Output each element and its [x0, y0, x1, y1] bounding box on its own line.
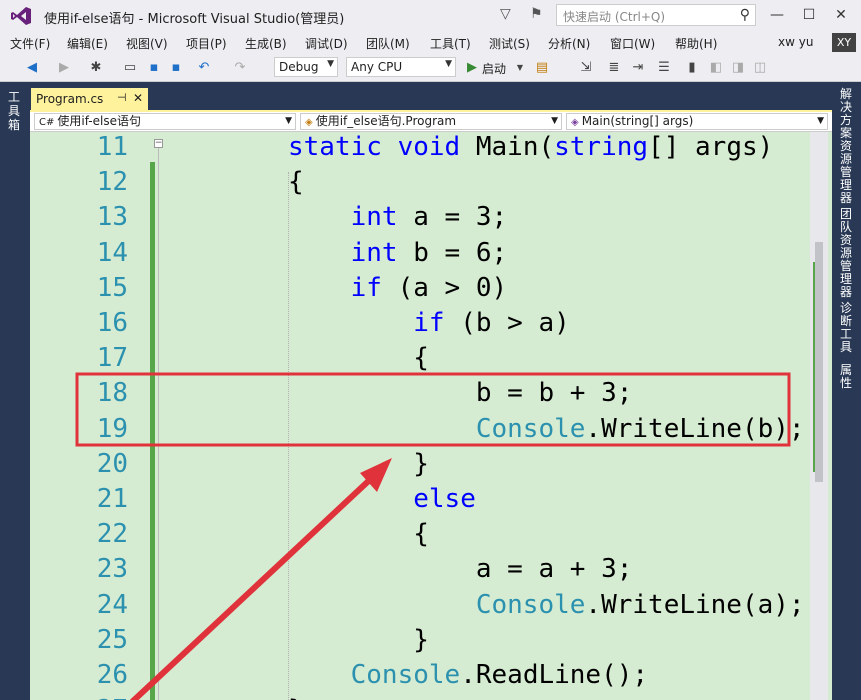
- chevron-down-icon: ▼: [551, 116, 558, 126]
- team-explorer-tab[interactable]: 团队资源管理器: [840, 208, 854, 299]
- project-dropdown[interactable]: C# 使用if-else语句 ▼: [34, 113, 296, 130]
- menu-analyze[interactable]: 分析(N): [548, 35, 590, 52]
- properties-tab[interactable]: 属性: [840, 364, 854, 390]
- visual-studio-logo-icon: [11, 7, 31, 25]
- menu-test[interactable]: 测试(S): [489, 35, 530, 52]
- class-name: 使用if_else语句.Program: [315, 114, 457, 128]
- menu-debug[interactable]: 调试(D): [305, 35, 348, 52]
- chevron-down-icon: ▼: [327, 59, 334, 69]
- close-button[interactable]: ✕: [830, 4, 852, 26]
- browser-link-icon[interactable]: ▤: [534, 59, 550, 77]
- quick-launch-input[interactable]: 快速启动 (Ctrl+Q) ⚲: [556, 4, 756, 26]
- start-icon[interactable]: ▶: [464, 59, 480, 77]
- class-dropdown[interactable]: ◈ 使用if_else语句.Program ▼: [300, 113, 562, 130]
- maximize-button[interactable]: ☐: [798, 4, 820, 26]
- navigation-bar: C# 使用if-else语句 ▼ ◈ 使用if_else语句.Program ▼ ◈…: [30, 112, 832, 132]
- config-value: Debug: [279, 60, 319, 74]
- member-dropdown[interactable]: ◈ Main(string[] args) ▼: [566, 113, 828, 130]
- avatar[interactable]: XY: [832, 33, 856, 52]
- chevron-down-icon[interactable]: ▼: [512, 59, 528, 77]
- save-icon[interactable]: ▪: [146, 59, 162, 77]
- format-icon[interactable]: ≣: [606, 59, 622, 77]
- next-bookmark-icon[interactable]: ◨: [730, 59, 746, 77]
- indent-icon[interactable]: ⇥: [630, 59, 646, 77]
- prev-bookmark-icon[interactable]: ◧: [708, 59, 724, 77]
- undo-icon[interactable]: ↶: [196, 59, 212, 77]
- forward-icon[interactable]: ▶: [56, 59, 72, 77]
- clear-bookmark-icon[interactable]: ◫: [752, 59, 768, 77]
- right-tool-window-strip: 解决方案资源管理器 团队资源管理器 诊断工具 属性: [832, 82, 861, 700]
- document-tab-label: Program.cs: [36, 92, 104, 106]
- platform-select[interactable]: Any CPU ▼: [346, 57, 456, 77]
- method-icon: ◈: [571, 117, 579, 128]
- member-name: Main(string[] args): [581, 114, 694, 128]
- comment-icon[interactable]: ☰: [656, 59, 672, 77]
- new-project-icon[interactable]: ✱: [88, 59, 104, 77]
- menu-project[interactable]: 项目(P): [186, 35, 227, 52]
- highlight-box: [75, 372, 791, 447]
- save-all-icon[interactable]: ▪: [168, 59, 184, 77]
- menu-window[interactable]: 窗口(W): [610, 35, 655, 52]
- menu-build[interactable]: 生成(B): [245, 35, 287, 52]
- menu-view[interactable]: 视图(V): [126, 35, 168, 52]
- annotation-arrow-line: [129, 471, 379, 700]
- close-tab-icon[interactable]: ✕: [133, 91, 143, 105]
- csharp-file-icon: C#: [39, 117, 55, 128]
- class-icon: ◈: [305, 117, 313, 128]
- start-button[interactable]: 启动: [482, 60, 506, 77]
- platform-value: Any CPU: [351, 60, 403, 74]
- document-tab-strip: [30, 82, 832, 110]
- menu-file[interactable]: 文件(F): [10, 35, 50, 52]
- chevron-down-icon: ▼: [445, 59, 452, 69]
- step-icon[interactable]: ⇲: [578, 59, 594, 77]
- minimize-button[interactable]: —: [766, 4, 788, 26]
- menu-tools[interactable]: 工具(T): [430, 35, 471, 52]
- redo-icon[interactable]: ↷: [232, 59, 248, 77]
- toolbar: ◀ ▶ ✱ ▭ ▪ ▪ ↶ ↷ Debug ▼ Any CPU ▼ ▶ 启动 ▼…: [0, 54, 861, 82]
- diagnostic-tools-tab[interactable]: 诊断工具: [840, 302, 854, 354]
- config-select[interactable]: Debug ▼: [274, 57, 338, 77]
- annotation-layer: [75, 372, 791, 700]
- window-title: 使用if-else语句 - Microsoft Visual Studio(管理…: [44, 12, 345, 27]
- chevron-down-icon: ▼: [817, 116, 824, 126]
- notification-icon[interactable]: ⚑: [530, 6, 548, 24]
- filter-icon[interactable]: ▽: [500, 6, 518, 24]
- menu-bar: 文件(F) 编辑(E) 视图(V) 项目(P) 生成(B) 调试(D) 团队(M…: [0, 32, 861, 54]
- quick-launch-placeholder: 快速启动 (Ctrl+Q): [563, 10, 666, 24]
- toolbox-tab[interactable]: 工具箱: [8, 90, 22, 132]
- back-icon[interactable]: ◀: [24, 59, 40, 77]
- solution-explorer-tab[interactable]: 解决方案资源管理器: [840, 88, 854, 205]
- menu-edit[interactable]: 编辑(E): [67, 35, 108, 52]
- menu-help[interactable]: 帮助(H): [675, 35, 717, 52]
- left-tool-window-strip: 工具箱: [0, 82, 30, 700]
- code-editor[interactable]: − 11 static void Main(string[] args) 12{13…: [30, 132, 832, 700]
- open-file-icon[interactable]: ▭: [122, 59, 138, 77]
- document-tab[interactable]: Program.cs ⊣ ✕: [31, 88, 148, 110]
- project-name: 使用if-else语句: [57, 114, 141, 128]
- chevron-down-icon: ▼: [285, 116, 292, 126]
- search-icon: ⚲: [739, 7, 750, 23]
- menu-team[interactable]: 团队(M): [366, 35, 410, 52]
- title-bar: 使用if-else语句 - Microsoft Visual Studio(管理…: [0, 0, 861, 32]
- user-name[interactable]: xw yu: [778, 35, 813, 49]
- bookmark-icon[interactable]: ▮: [684, 59, 700, 77]
- pin-icon[interactable]: ⊣: [117, 91, 127, 104]
